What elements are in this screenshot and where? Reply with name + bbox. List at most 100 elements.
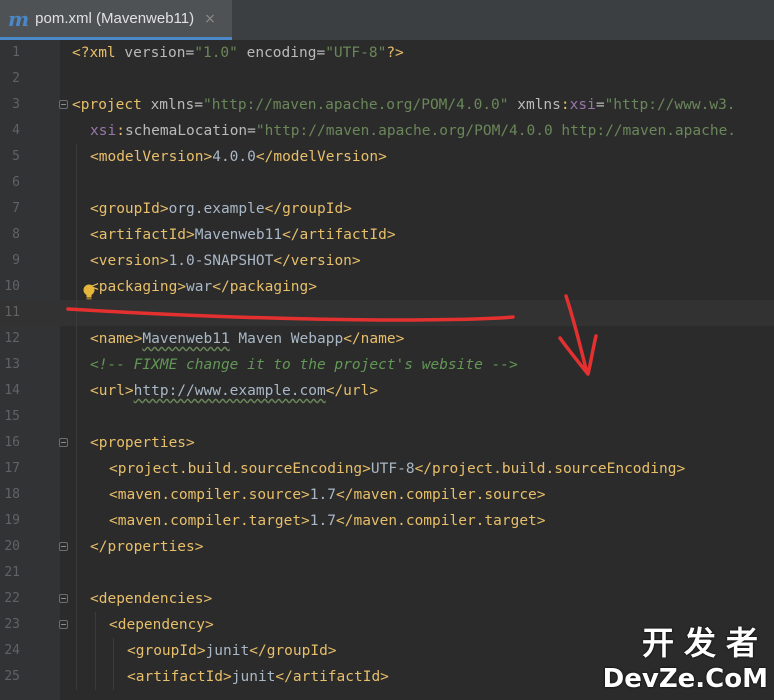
line-number: 16 — [4, 435, 20, 450]
tab-title: pom.xml (Mavenweb11) — [35, 10, 195, 27]
line-number: 18 — [4, 487, 20, 502]
code-token: "1.0" — [194, 45, 238, 61]
code-line[interactable]: 8 <artifactId>Mavenweb11</artifactId> — [0, 222, 774, 248]
line-number: 5 — [12, 149, 20, 164]
line-number: 12 — [4, 331, 20, 346]
code-text: <maven.compiler.source>1.7</maven.compil… — [109, 482, 546, 508]
code-line[interactable]: 9 <version>1.0-SNAPSHOT</version> — [0, 248, 774, 274]
code-text: <artifactId>Mavenweb11</artifactId> — [90, 222, 396, 248]
lightbulb-icon[interactable] — [82, 284, 96, 300]
code-text: <packaging>war</packaging> — [90, 274, 317, 300]
fold-toggle-icon[interactable] — [59, 620, 68, 629]
code-token: 1.7 — [309, 513, 336, 529]
code-token: "http://maven.apache.org/POM/4.0.0" — [202, 97, 509, 113]
code-text: <groupId>junit</groupId> — [127, 638, 337, 664]
code-token: "UTF-8" — [325, 45, 387, 61]
line-number: 9 — [12, 253, 20, 268]
line-number: 19 — [4, 513, 20, 528]
editor-tab-bar: m pom.xml (Mavenweb11) × — [0, 0, 774, 41]
code-token: <packaging> — [90, 279, 187, 295]
indent-guide — [95, 612, 96, 690]
code-line[interactable]: 22 <dependencies> — [0, 586, 774, 612]
code-token: <groupId> — [90, 201, 169, 217]
code-token: 1.0-SNAPSHOT — [168, 253, 274, 269]
code-token: = — [595, 97, 605, 113]
code-line[interactable]: 13 <!-- FIXME change it to the project's … — [0, 352, 774, 378]
code-token: xsi — [90, 123, 117, 139]
code-line[interactable]: 21 — [0, 560, 774, 586]
code-token: <project.build.sourceEncoding> — [109, 461, 371, 477]
code-line[interactable]: 14 <url>http://www.example.com</url> — [0, 378, 774, 404]
code-text: xsi:schemaLocation="http://maven.apache.… — [90, 118, 736, 144]
code-token: <properties> — [90, 435, 195, 451]
line-number: 22 — [4, 591, 20, 606]
fold-toggle-icon[interactable] — [59, 594, 68, 603]
code-line[interactable]: 17 <project.build.sourceEncoding>UTF-8</p… — [0, 456, 774, 482]
code-line[interactable]: 3 <project xmlns="http://maven.apache.org… — [0, 92, 774, 118]
code-line[interactable]: 6 — [0, 170, 774, 196]
fold-toggle-icon[interactable] — [59, 100, 68, 109]
code-line[interactable]: 5 <modelVersion>4.0.0</modelVersion> — [0, 144, 774, 170]
line-number: 13 — [4, 357, 20, 372]
code-token: "http://www.w3. — [604, 97, 736, 113]
code-token: <maven.compiler.target> — [109, 513, 310, 529]
code-text: <properties> — [90, 430, 195, 456]
code-token: "http://maven.apache.org/POM/4.0.0 http:… — [255, 123, 737, 139]
code-line[interactable]: 19 <maven.compiler.target>1.7</maven.comp… — [0, 508, 774, 534]
code-token: <dependency> — [109, 617, 214, 633]
code-token: version= — [124, 45, 195, 61]
code-token: xmlns — [508, 97, 561, 113]
line-number: 15 — [4, 409, 20, 424]
code-line[interactable]: 20 </properties> — [0, 534, 774, 560]
code-line[interactable]: 1 <?xml version="1.0" encoding="UTF-8"?> — [0, 40, 774, 66]
code-line[interactable]: 11 — [0, 300, 774, 326]
code-token: <url> — [90, 383, 134, 399]
code-line[interactable]: 15 — [0, 404, 774, 430]
code-token: <groupId> — [127, 643, 206, 659]
code-token: </groupId> — [249, 643, 337, 659]
line-number: 10 — [4, 279, 20, 294]
code-token: </maven.compiler.source> — [336, 487, 546, 503]
maven-icon: m — [8, 6, 30, 31]
code-token: schemaLocation= — [124, 123, 256, 139]
line-number: 14 — [4, 383, 20, 398]
code-line[interactable]: 7 <groupId>org.example</groupId> — [0, 196, 774, 222]
code-line[interactable]: 12 <name>Mavenweb11 Maven Webapp</name> — [0, 326, 774, 352]
code-token: </packaging> — [212, 279, 317, 295]
line-number: 3 — [12, 97, 20, 112]
code-token: <artifactId> — [127, 669, 232, 685]
fold-toggle-icon[interactable] — [59, 542, 68, 551]
code-line[interactable]: 4 xsi:schemaLocation="http://maven.apache… — [0, 118, 774, 144]
code-text: <modelVersion>4.0.0</modelVersion> — [90, 144, 387, 170]
code-token: </project.build.sourceEncoding> — [414, 461, 686, 477]
code-text: <project.build.sourceEncoding>UTF-8</pro… — [109, 456, 685, 482]
line-number: 4 — [12, 123, 20, 138]
code-text: <!-- FIXME change it to the project's we… — [90, 352, 518, 378]
line-number: 1 — [12, 45, 20, 60]
code-line[interactable]: 16 <properties> — [0, 430, 774, 456]
fold-toggle-icon[interactable] — [59, 438, 68, 447]
code-token: 4.0.0 — [212, 149, 256, 165]
code-token: Mavenweb11 — [194, 227, 283, 243]
close-icon[interactable]: × — [204, 11, 216, 27]
line-number: 2 — [12, 71, 20, 86]
code-text: <?xml version="1.0" encoding="UTF-8"?> — [72, 40, 404, 66]
code-token: xsi — [569, 97, 596, 113]
code-editor[interactable]: 1 <?xml version="1.0" encoding="UTF-8"?> 2… — [0, 40, 774, 700]
code-token: <version> — [90, 253, 169, 269]
code-text: <name>Mavenweb11 Maven Webapp</name> — [90, 326, 404, 352]
code-line[interactable]: 2 — [0, 66, 774, 92]
tab-pom-xml[interactable]: m pom.xml (Mavenweb11) × — [0, 0, 232, 40]
watermark: 开发者 DevZe.CoM — [603, 618, 768, 694]
code-token: </groupId> — [264, 201, 352, 217]
code-token: 1.7 — [309, 487, 336, 503]
code-token: <!-- FIXME change it to the project's we… — [90, 357, 518, 373]
code-token: </artifactId> — [275, 669, 389, 685]
code-line[interactable]: 18 <maven.compiler.source>1.7</maven.comp… — [0, 482, 774, 508]
code-text: <maven.compiler.target>1.7</maven.compil… — [109, 508, 546, 534]
line-number: 17 — [4, 461, 20, 476]
code-token: : — [116, 123, 125, 139]
code-line[interactable]: 10 <packaging>war</packaging> — [0, 274, 774, 300]
code-token: <dependencies> — [90, 591, 213, 607]
line-number: 6 — [12, 175, 20, 190]
